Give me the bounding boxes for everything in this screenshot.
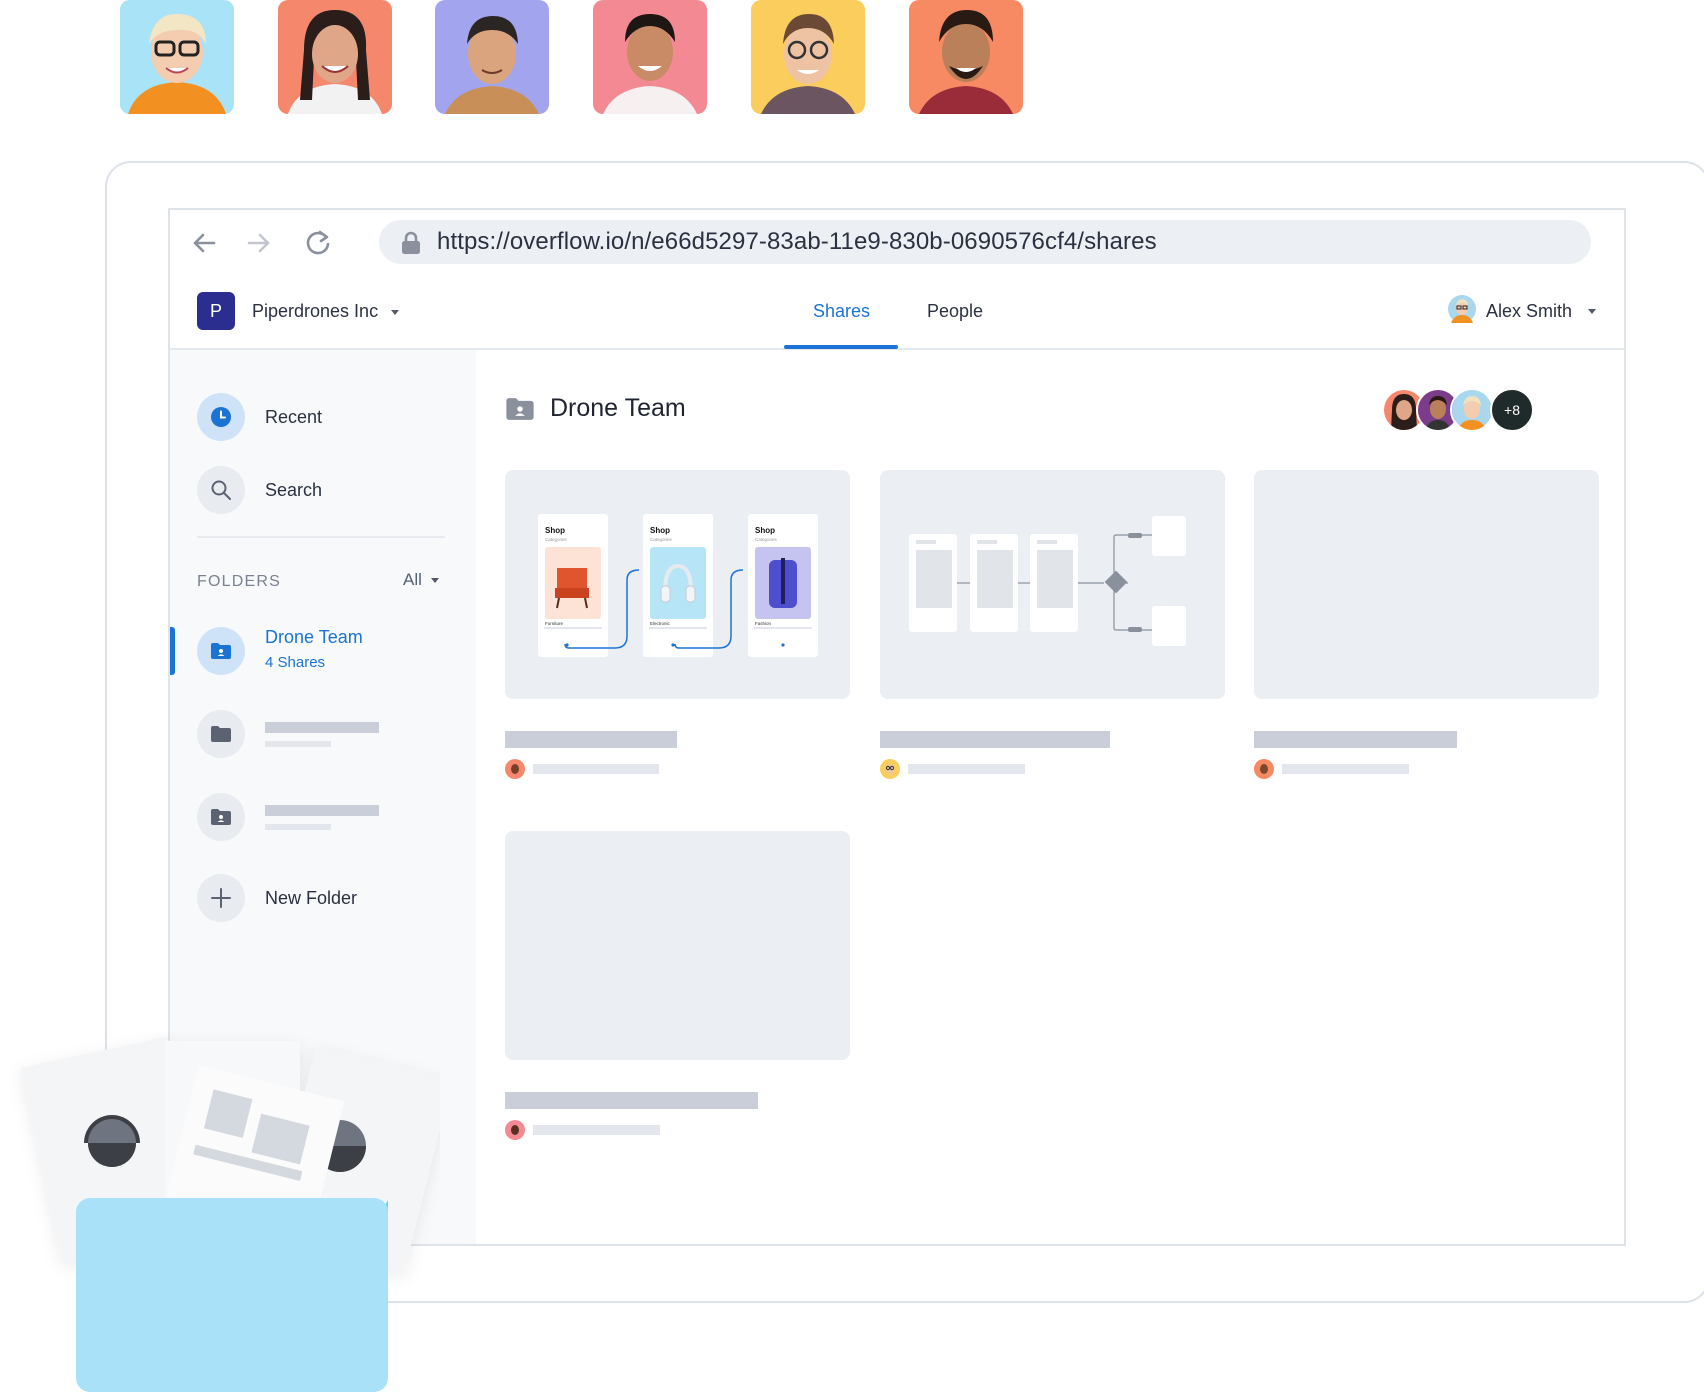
main-content: Drone Team +8 Shop Categories Furniture … bbox=[476, 350, 1624, 1244]
screen-item: Furniture bbox=[545, 621, 564, 626]
folder-item-placeholder[interactable] bbox=[197, 793, 379, 841]
avatar-tile-4 bbox=[593, 0, 707, 114]
avatar bbox=[880, 759, 900, 784]
screen-title: Shop bbox=[650, 526, 670, 535]
screen-title: Shop bbox=[545, 526, 565, 535]
search-icon bbox=[197, 466, 245, 514]
user-avatar bbox=[1447, 294, 1476, 328]
folder-item-drone-team[interactable]: Drone Team 4 Shares bbox=[197, 627, 363, 675]
avatar bbox=[1450, 388, 1494, 432]
app-header: P Piperdrones Inc Shares People Alex Smi… bbox=[170, 274, 1624, 350]
shared-folder-icon bbox=[197, 627, 245, 675]
sidebar-item-label: Search bbox=[265, 479, 323, 500]
avatar-tile-6 bbox=[909, 0, 1023, 114]
avatar bbox=[1254, 759, 1274, 784]
share-card[interactable] bbox=[1254, 470, 1599, 699]
flowchart-thumbnail bbox=[909, 516, 1186, 646]
folder-subtitle: 4 Shares bbox=[265, 654, 326, 671]
sidebar-item-recent[interactable]: Recent bbox=[197, 393, 322, 441]
screen-title: Shop bbox=[755, 526, 775, 535]
folder-item-placeholder[interactable] bbox=[197, 710, 379, 758]
skeleton-line bbox=[265, 740, 331, 747]
share-card[interactable] bbox=[505, 831, 850, 1060]
active-folder-marker bbox=[170, 627, 175, 675]
card-title-placeholder bbox=[505, 1092, 758, 1109]
card-title-placeholder bbox=[880, 731, 1110, 748]
folder-illustration bbox=[0, 1030, 453, 1392]
tab-shares[interactable]: Shares bbox=[813, 274, 870, 348]
active-tab-indicator bbox=[784, 345, 898, 349]
skeleton-line bbox=[265, 823, 331, 830]
avatar-tile-1 bbox=[120, 0, 234, 114]
back-arrow-icon[interactable] bbox=[189, 228, 219, 258]
collaborator-avatars[interactable]: +8 bbox=[1382, 388, 1534, 432]
card-meta-placeholder bbox=[1282, 764, 1409, 774]
new-folder-button[interactable]: New Folder bbox=[197, 874, 357, 922]
share-card[interactable]: Shop Categories Furniture Shop Categorie… bbox=[505, 470, 850, 699]
page-title: Drone Team bbox=[550, 394, 686, 422]
browser-toolbar: https://overflow.io/n/e66d5297-83ab-11e9… bbox=[170, 210, 1624, 276]
avatar-tile-5 bbox=[751, 0, 865, 114]
screen-subtitle: Categories bbox=[755, 537, 778, 542]
screen-subtitle: Categories bbox=[545, 537, 568, 542]
screen-item: Electronic bbox=[650, 621, 671, 626]
org-switcher[interactable]: Piperdrones Inc bbox=[252, 274, 400, 348]
card-meta-placeholder bbox=[908, 764, 1025, 774]
sidebar-divider bbox=[197, 536, 445, 538]
avatar bbox=[505, 1120, 525, 1145]
lock-icon bbox=[401, 231, 421, 260]
address-bar[interactable]: https://overflow.io/n/e66d5297-83ab-11e9… bbox=[379, 220, 1591, 264]
folders-heading: FOLDERS bbox=[197, 573, 281, 590]
org-logo[interactable]: P bbox=[197, 292, 235, 330]
forward-arrow-icon[interactable] bbox=[244, 228, 274, 258]
shop-flow-thumbnail: Shop Categories Furniture Shop Categorie… bbox=[538, 514, 818, 657]
card-title-placeholder bbox=[505, 731, 677, 748]
avatar-tile-2 bbox=[278, 0, 392, 114]
screen-subtitle: Categories bbox=[650, 537, 673, 542]
folders-filter-dropdown[interactable]: All bbox=[403, 570, 439, 590]
card-title-placeholder bbox=[1254, 731, 1457, 748]
caret-down-icon bbox=[391, 309, 400, 315]
caret-down-icon bbox=[430, 577, 439, 583]
clock-icon bbox=[197, 393, 245, 441]
more-collaborators-badge[interactable]: +8 bbox=[1490, 388, 1534, 432]
shared-folder-icon bbox=[505, 396, 535, 427]
folder-title: Drone Team bbox=[265, 627, 363, 647]
shared-folder-icon bbox=[197, 793, 245, 841]
user-name: Alex Smith bbox=[1485, 300, 1572, 321]
org-name: Piperdrones Inc bbox=[252, 301, 379, 321]
card-meta-placeholder bbox=[533, 764, 659, 774]
skeleton-line bbox=[265, 804, 379, 816]
tab-people[interactable]: People bbox=[927, 274, 983, 348]
folder-icon bbox=[197, 710, 245, 758]
screen-item: Fashion bbox=[755, 621, 772, 626]
card-meta-placeholder bbox=[533, 1125, 660, 1135]
folders-filter-label: All bbox=[403, 570, 422, 589]
sidebar-item-search[interactable]: Search bbox=[197, 466, 322, 514]
sidebar-item-label: Recent bbox=[265, 406, 323, 427]
user-menu[interactable]: Alex Smith bbox=[1447, 274, 1596, 348]
reload-icon[interactable] bbox=[303, 228, 333, 258]
caret-down-icon bbox=[1588, 308, 1596, 314]
skeleton-line bbox=[265, 721, 379, 733]
avatar bbox=[505, 759, 525, 784]
avatar-tile-3 bbox=[435, 0, 549, 114]
share-card[interactable] bbox=[880, 470, 1225, 699]
url-text: https://overflow.io/n/e66d5297-83ab-11e9… bbox=[437, 228, 1157, 255]
new-folder-label: New Folder bbox=[265, 887, 358, 908]
plus-icon bbox=[197, 874, 245, 922]
